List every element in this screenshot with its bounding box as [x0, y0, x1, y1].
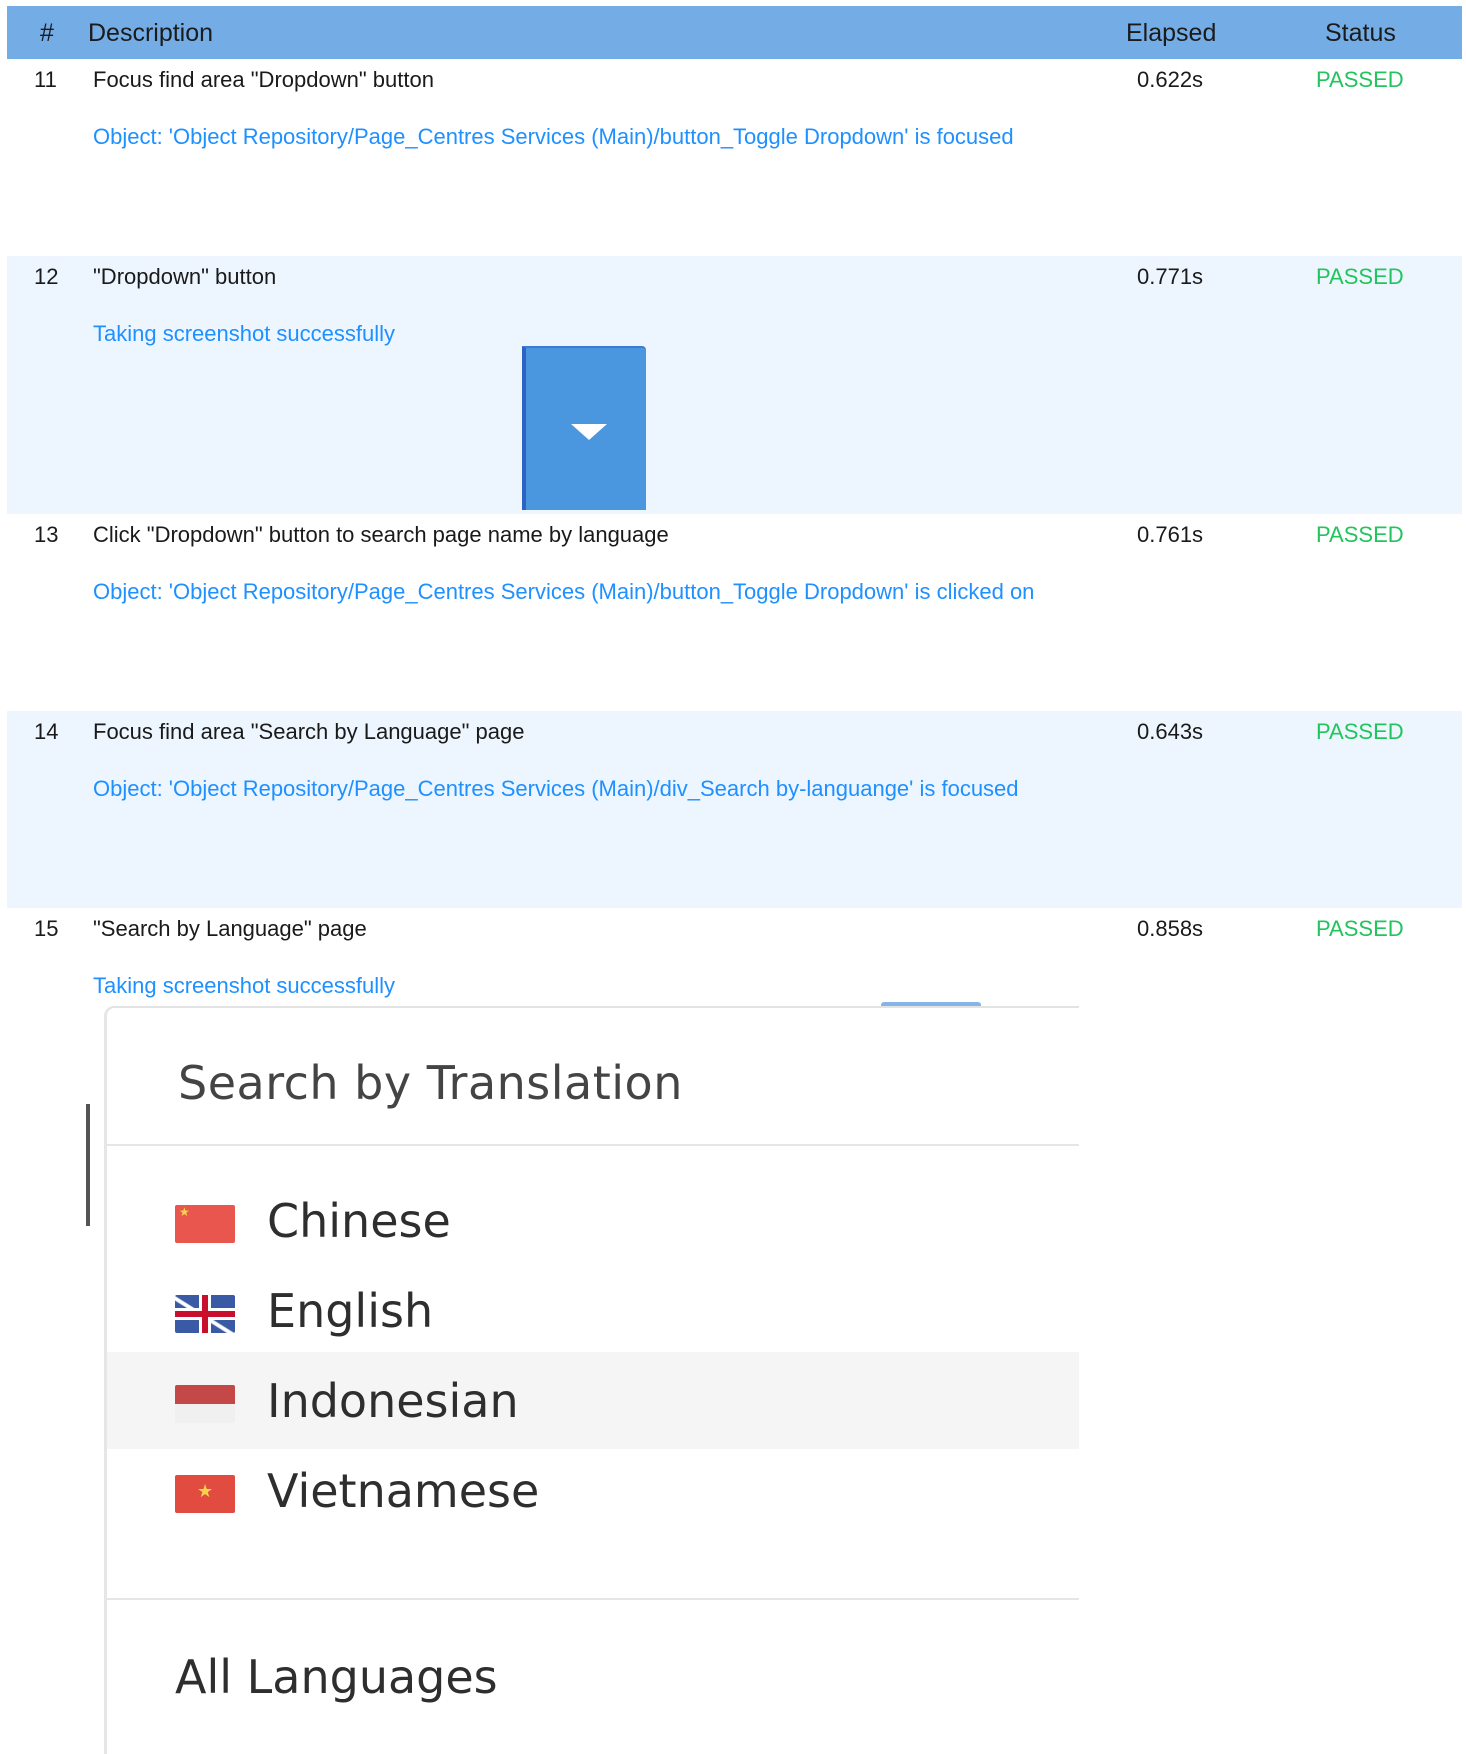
language-label: Vietnamese: [267, 1464, 540, 1518]
table-row: 15 "Search by Language" page 0.858s PASS…: [7, 908, 1462, 1754]
indonesia-flag-icon: [175, 1385, 235, 1423]
table-row: 12 "Dropdown" button 0.771s PASSED Takin…: [7, 256, 1462, 514]
step-elapsed: 0.622s: [1137, 67, 1204, 92]
menu-title: Search by Translation: [178, 1056, 683, 1110]
step-description: "Search by Language" page: [93, 916, 367, 941]
step-number: 12: [34, 264, 59, 289]
header-description: Description: [88, 19, 214, 47]
step-status: PASSED: [1316, 522, 1404, 547]
step-status: PASSED: [1316, 916, 1404, 941]
step-elapsed: 0.643s: [1137, 719, 1204, 744]
step-number: 13: [34, 522, 59, 547]
step-log: Taking screenshot successfully: [93, 321, 396, 346]
step-log: Object: 'Object Repository/Page_Centres …: [93, 776, 1019, 801]
step-status: PASSED: [1316, 264, 1404, 289]
step-status: PASSED: [1316, 719, 1404, 744]
header-status: Status: [1325, 19, 1396, 47]
language-item-english[interactable]: English: [107, 1262, 1079, 1359]
table-row: 11 Focus find area "Dropdown" button 0.6…: [7, 59, 1462, 256]
step-description: Click "Dropdown" button to search page n…: [93, 522, 669, 547]
language-label: Chinese: [267, 1194, 451, 1248]
test-report: # Description Elapsed Status 11 Focus fi…: [7, 0, 1462, 1754]
screenshot-language-menu: Search by Translation Chinese English In…: [86, 994, 1079, 1754]
china-flag-icon: [175, 1205, 235, 1243]
language-item-indonesian[interactable]: Indonesian: [107, 1352, 1079, 1449]
page-edge: [86, 1104, 90, 1226]
language-item-vietnamese[interactable]: Vietnamese: [107, 1442, 1079, 1539]
language-label: Indonesian: [267, 1374, 519, 1428]
all-languages-item[interactable]: All Languages: [175, 1650, 498, 1704]
language-item-chinese[interactable]: Chinese: [107, 1172, 1079, 1269]
header-number: #: [40, 19, 54, 47]
step-number: 11: [34, 67, 57, 92]
step-description: Focus find area "Dropdown" button: [93, 67, 434, 92]
table-row: 13 Click "Dropdown" button to search pag…: [7, 514, 1462, 711]
step-number: 15: [34, 916, 59, 941]
table-row: 14 Focus find area "Search by Language" …: [7, 711, 1462, 908]
step-elapsed: 0.771s: [1137, 264, 1204, 289]
step-elapsed: 0.858s: [1137, 916, 1204, 941]
caret-down-icon: [571, 424, 607, 440]
step-status: PASSED: [1316, 67, 1404, 92]
vietnam-flag-icon: [175, 1475, 235, 1513]
language-label: English: [267, 1284, 434, 1338]
divider: [107, 1598, 1079, 1600]
screenshot-dropdown-button[interactable]: [522, 346, 646, 510]
step-elapsed: 0.761s: [1137, 522, 1204, 547]
header-elapsed: Elapsed: [1126, 19, 1217, 47]
uk-flag-icon: [175, 1295, 235, 1333]
step-log: Object: 'Object Repository/Page_Centres …: [93, 124, 1014, 149]
table-header: # Description Elapsed Status: [7, 6, 1462, 59]
step-description: Focus find area "Search by Language" pag…: [93, 719, 525, 744]
step-log: Object: 'Object Repository/Page_Centres …: [93, 579, 1035, 604]
language-dropdown-panel: Search by Translation Chinese English In…: [104, 1006, 1079, 1754]
divider: [107, 1144, 1079, 1146]
step-number: 14: [34, 719, 59, 744]
step-description: "Dropdown" button: [93, 264, 277, 289]
